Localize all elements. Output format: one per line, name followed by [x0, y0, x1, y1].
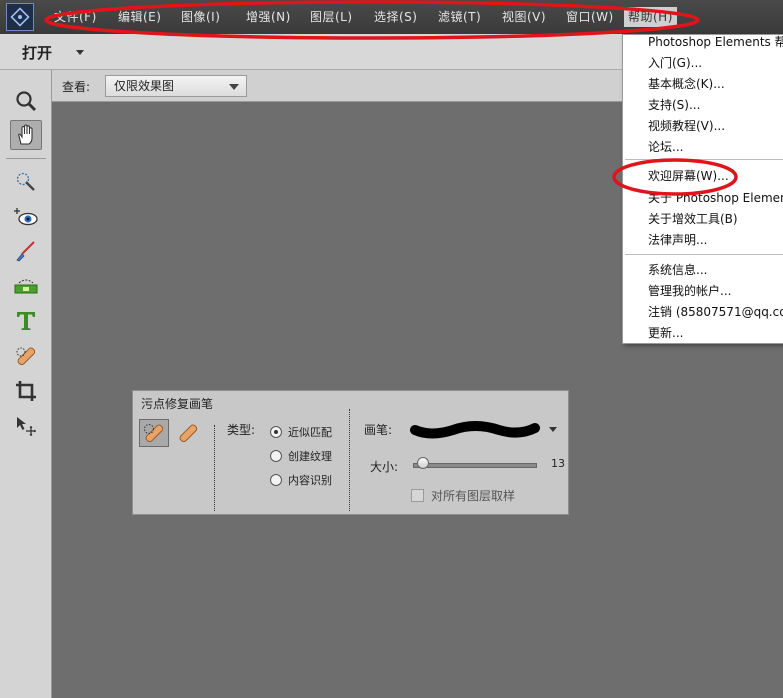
- menu-image[interactable]: 图像(I): [181, 8, 220, 26]
- type-option-proximity[interactable]: 近似匹配: [270, 424, 332, 440]
- help-item-manage-account[interactable]: 管理我的帐户...: [648, 282, 731, 300]
- menu-layer[interactable]: 图层(L): [310, 8, 353, 26]
- view-mode-select[interactable]: 仅限效果图: [105, 75, 247, 97]
- menu-separator: [625, 254, 783, 255]
- help-item-getting-started[interactable]: 入门(G)...: [648, 54, 702, 72]
- menu-filter[interactable]: 滤镜(T): [438, 8, 481, 26]
- help-item-legal-notices[interactable]: 法律声明...: [648, 231, 707, 249]
- size-label: 大小:: [370, 460, 399, 474]
- radio-icon: [270, 450, 282, 462]
- help-item-updates[interactable]: 更新...: [648, 324, 683, 342]
- help-item-system-info[interactable]: 系统信息...: [648, 261, 707, 279]
- straighten-icon: [14, 279, 38, 294]
- menu-select[interactable]: 选择(S): [374, 8, 417, 26]
- size-slider-thumb[interactable]: [417, 457, 429, 469]
- quick-select-icon: [16, 172, 35, 191]
- move-icon: [17, 417, 36, 436]
- straighten-tool[interactable]: [10, 271, 42, 301]
- help-item-forums[interactable]: 论坛...: [648, 138, 683, 156]
- zoom-icon: [16, 91, 37, 112]
- type-option-label: 创建纹理: [288, 450, 332, 463]
- menu-separator: [625, 159, 783, 160]
- app-logo-icon: [6, 3, 34, 31]
- help-item-support[interactable]: 支持(S)...: [648, 96, 700, 114]
- help-item-about-plugins[interactable]: 关于增效工具(B): [648, 210, 738, 228]
- menu-file[interactable]: 文件(F): [54, 8, 97, 26]
- crop-tool[interactable]: [10, 376, 42, 406]
- view-mode-value: 仅限效果图: [114, 79, 175, 93]
- brush-label: 画笔:: [364, 423, 393, 437]
- panel-divider: [349, 409, 350, 511]
- help-item-video-tutorials[interactable]: 视频教程(V)...: [648, 117, 725, 135]
- quick-select-tool[interactable]: [10, 167, 42, 197]
- brush-preset-picker[interactable]: [409, 417, 541, 441]
- menu-edit[interactable]: 编辑(E): [118, 8, 161, 26]
- help-item-photoshop-help[interactable]: Photoshop Elements 帮助: [648, 33, 783, 51]
- red-eye-tool[interactable]: [10, 202, 42, 232]
- zoom-tool[interactable]: [10, 86, 42, 116]
- spot-healing-brush-button[interactable]: [139, 419, 169, 447]
- hand-icon: [18, 124, 33, 145]
- open-button[interactable]: 打开: [22, 42, 52, 63]
- help-item-welcome-screen[interactable]: 欢迎屏幕(W)...: [648, 167, 729, 185]
- help-menu: Photoshop Elements 帮助 入门(G)... 基本概念(K)..…: [622, 34, 783, 344]
- whiten-teeth-tool[interactable]: [10, 236, 42, 266]
- radio-selected-icon: [270, 426, 282, 438]
- spot-healing-tool[interactable]: [10, 341, 42, 371]
- menu-view[interactable]: 视图(V): [502, 8, 546, 26]
- help-item-about[interactable]: 关于 Photoshop Elements...: [648, 189, 783, 207]
- radio-icon: [270, 474, 282, 486]
- help-item-key-concepts[interactable]: 基本概念(K)...: [648, 75, 725, 93]
- help-item-sign-out[interactable]: 注销 (85807571@qq.com)...: [648, 303, 783, 321]
- sample-all-layers-checkbox[interactable]: 对所有图层取样: [411, 487, 515, 504]
- spot-healing-brush-icon: [144, 424, 164, 443]
- view-label: 查看:: [62, 80, 91, 94]
- menu-bar: 文件(F) 编辑(E) 图像(I) 增强(N) 图层(L) 选择(S) 滤镜(T…: [0, 0, 783, 34]
- type-option-texture[interactable]: 创建纹理: [270, 448, 332, 464]
- menu-help[interactable]: 帮助(H): [624, 7, 677, 27]
- spot-healing-icon: [16, 347, 36, 366]
- spot-healing-options-panel: 污点修复画笔 类型: 近似匹配 创建纹理 内容识别 画笔: 大小: 13 对所有…: [132, 390, 569, 515]
- sample-all-layers-label: 对所有图层取样: [431, 489, 516, 503]
- checkbox-icon: [411, 489, 424, 502]
- text-tool[interactable]: [10, 306, 42, 336]
- menu-enhance[interactable]: 增强(N): [246, 8, 291, 26]
- crop-icon: [16, 381, 36, 401]
- whiten-teeth-icon: [16, 241, 35, 262]
- panel-title: 污点修复画笔: [141, 397, 214, 411]
- healing-brush-icon: [179, 424, 198, 443]
- healing-brush-button[interactable]: [173, 419, 203, 447]
- type-option-label: 内容识别: [288, 474, 332, 487]
- type-option-content-aware[interactable]: 内容识别: [270, 472, 332, 488]
- size-value: 13: [551, 457, 565, 470]
- text-icon: [17, 312, 35, 330]
- size-slider-track[interactable]: [413, 463, 537, 468]
- hand-tool[interactable]: [10, 120, 42, 150]
- tool-divider: [6, 158, 46, 159]
- brush-dropdown-icon[interactable]: [549, 427, 557, 432]
- toolbox: [0, 70, 52, 698]
- menu-window[interactable]: 窗口(W): [566, 8, 614, 26]
- type-option-label: 近似匹配: [288, 426, 332, 439]
- type-label: 类型:: [227, 423, 256, 437]
- move-tool[interactable]: [10, 411, 42, 441]
- red-eye-icon: [14, 208, 38, 226]
- chevron-down-icon: [229, 84, 239, 90]
- open-dropdown-arrow-icon[interactable]: [76, 50, 84, 55]
- panel-divider: [214, 425, 215, 511]
